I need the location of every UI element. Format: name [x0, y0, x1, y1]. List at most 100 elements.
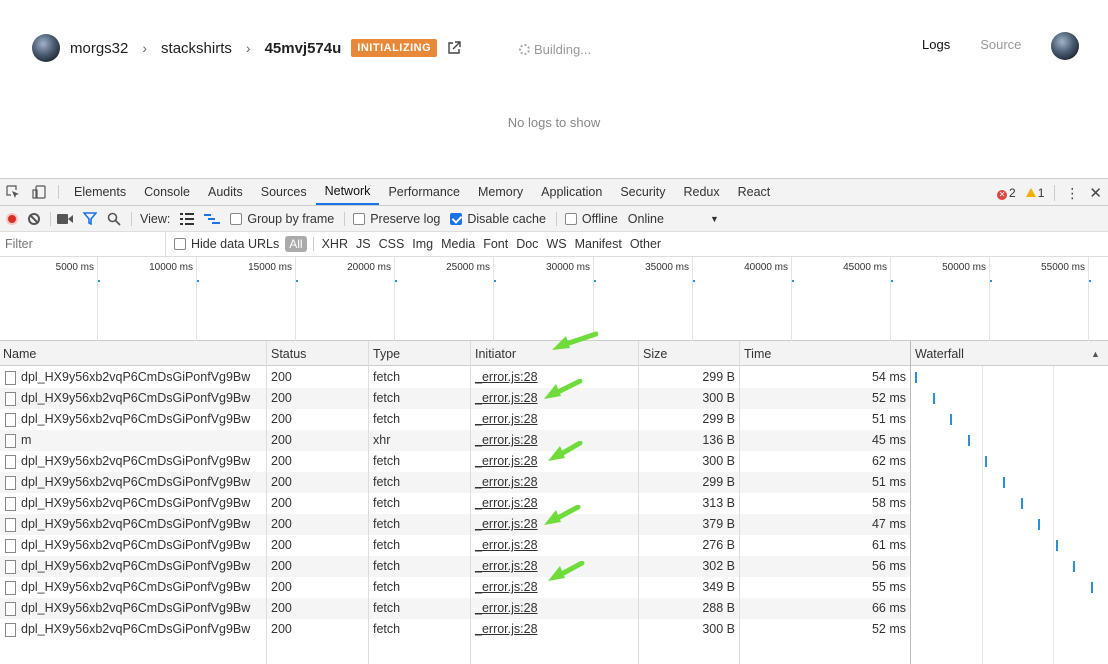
column-type[interactable]: Type: [373, 347, 400, 361]
sort-ascending-icon[interactable]: ▲: [1091, 349, 1100, 359]
request-initiator-link[interactable]: _error.js:28: [475, 475, 538, 489]
filter-type-doc[interactable]: Doc: [516, 237, 538, 251]
table-row[interactable]: m 200 xhr _error.js:28 136 B 45 ms: [0, 430, 911, 451]
filter-type-img[interactable]: Img: [412, 237, 433, 251]
tab-elements[interactable]: Elements: [65, 179, 135, 205]
more-options-icon[interactable]: ⋮: [1065, 186, 1079, 200]
external-link-icon[interactable]: [447, 41, 461, 55]
filter-type-other[interactable]: Other: [630, 237, 661, 251]
waterfall-bar[interactable]: [985, 456, 987, 467]
request-initiator-link[interactable]: _error.js:28: [475, 454, 538, 468]
tab-security[interactable]: Security: [611, 179, 674, 205]
tab-performance[interactable]: Performance: [379, 179, 469, 205]
column-divider[interactable]: [368, 341, 369, 664]
tab-network[interactable]: Network: [315, 179, 380, 205]
throttling-select[interactable]: Online ▼: [628, 212, 719, 226]
tab-audits[interactable]: Audits: [199, 179, 252, 205]
waterfall-bar[interactable]: [1073, 561, 1075, 572]
table-row[interactable]: dpl_HX9y56xb2vqP6CmDsGiPonfVg9Bw 200 fetch…: [0, 367, 911, 388]
tab-react[interactable]: React: [729, 179, 780, 205]
breadcrumb-deployment[interactable]: 45mvj574u: [265, 40, 342, 57]
table-row[interactable]: dpl_HX9y56xb2vqP6CmDsGiPonfVg9Bw 200 fetch…: [0, 388, 911, 409]
request-initiator-link[interactable]: _error.js:28: [475, 580, 538, 594]
disable-cache-checkbox[interactable]: Disable cache: [450, 212, 546, 226]
hide-data-urls-checkbox[interactable]: Hide data URLs: [174, 237, 279, 251]
table-row[interactable]: dpl_HX9y56xb2vqP6CmDsGiPonfVg9Bw 200 fetch…: [0, 451, 911, 472]
request-initiator-link[interactable]: _error.js:28: [475, 370, 538, 384]
table-row[interactable]: dpl_HX9y56xb2vqP6CmDsGiPonfVg9Bw 200 fetch…: [0, 535, 911, 556]
column-divider[interactable]: [739, 341, 740, 664]
request-initiator-link[interactable]: _error.js:28: [475, 559, 538, 573]
column-time[interactable]: Time: [744, 347, 771, 361]
request-initiator-link[interactable]: _error.js:28: [475, 433, 538, 447]
request-initiator-link[interactable]: _error.js:28: [475, 412, 538, 426]
screenshot-button[interactable]: [57, 213, 73, 225]
preserve-log-checkbox[interactable]: Preserve log: [353, 212, 440, 226]
tab-source[interactable]: Source: [980, 37, 1021, 52]
device-toolbar-icon[interactable]: [26, 179, 52, 205]
table-row[interactable]: dpl_HX9y56xb2vqP6CmDsGiPonfVg9Bw 200 fetch…: [0, 556, 911, 577]
filter-type-media[interactable]: Media: [441, 237, 475, 251]
column-size[interactable]: Size: [643, 347, 667, 361]
tab-redux[interactable]: Redux: [674, 179, 728, 205]
request-initiator-link[interactable]: _error.js:28: [475, 601, 538, 615]
table-row[interactable]: dpl_HX9y56xb2vqP6CmDsGiPonfVg9Bw 200 fetch…: [0, 598, 911, 619]
error-counter[interactable]: ✕ 2: [997, 186, 1016, 200]
table-row[interactable]: dpl_HX9y56xb2vqP6CmDsGiPonfVg9Bw 200 fetch…: [0, 577, 911, 598]
record-button[interactable]: [6, 212, 18, 225]
waterfall-bar[interactable]: [1038, 519, 1040, 530]
large-rows-button[interactable]: [180, 212, 195, 225]
tab-console[interactable]: Console: [135, 179, 199, 205]
filter-type-js[interactable]: JS: [356, 237, 371, 251]
filter-all-button[interactable]: All: [285, 236, 307, 252]
filter-toggle-button[interactable]: [83, 212, 97, 225]
group-by-frame-checkbox[interactable]: Group by frame: [230, 212, 334, 226]
waterfall-bar[interactable]: [968, 435, 970, 446]
request-initiator-link[interactable]: _error.js:28: [475, 622, 538, 636]
request-initiator-link[interactable]: _error.js:28: [475, 538, 538, 552]
request-initiator-link[interactable]: _error.js:28: [475, 496, 538, 510]
column-divider[interactable]: [470, 341, 471, 664]
breadcrumb-user[interactable]: morgs32: [70, 40, 128, 57]
column-divider[interactable]: [910, 341, 911, 664]
filter-input[interactable]: [0, 232, 166, 256]
waterfall-bar[interactable]: [1021, 498, 1023, 509]
filter-type-xhr[interactable]: XHR: [322, 237, 348, 251]
table-row[interactable]: dpl_HX9y56xb2vqP6CmDsGiPonfVg9Bw 200 fetch…: [0, 514, 911, 535]
table-row[interactable]: dpl_HX9y56xb2vqP6CmDsGiPonfVg9Bw 200 fetch…: [0, 472, 911, 493]
clear-button[interactable]: [28, 212, 40, 225]
filter-type-ws[interactable]: WS: [546, 237, 566, 251]
column-status[interactable]: Status: [271, 347, 306, 361]
inspect-element-icon[interactable]: [0, 179, 26, 205]
breadcrumb-project[interactable]: stackshirts: [161, 40, 232, 57]
user-avatar[interactable]: [1051, 32, 1079, 60]
column-initiator[interactable]: Initiator: [475, 347, 516, 361]
tab-logs[interactable]: Logs: [922, 37, 950, 52]
table-row[interactable]: dpl_HX9y56xb2vqP6CmDsGiPonfVg9Bw 200 fetch…: [0, 493, 911, 514]
overview-button[interactable]: [204, 213, 221, 225]
column-divider[interactable]: [638, 341, 639, 664]
request-initiator-link[interactable]: _error.js:28: [475, 517, 538, 531]
waterfall-bar[interactable]: [1091, 582, 1093, 593]
column-divider[interactable]: [266, 341, 267, 664]
table-row[interactable]: dpl_HX9y56xb2vqP6CmDsGiPonfVg9Bw 200 fetch…: [0, 619, 911, 640]
waterfall-bar[interactable]: [933, 393, 935, 404]
offline-checkbox[interactable]: Offline: [564, 212, 618, 226]
waterfall-bar[interactable]: [1003, 477, 1005, 488]
request-initiator-link[interactable]: _error.js:28: [475, 391, 538, 405]
tab-memory[interactable]: Memory: [469, 179, 532, 205]
column-name[interactable]: Name: [3, 347, 36, 361]
search-button[interactable]: [107, 212, 121, 226]
tab-application[interactable]: Application: [532, 179, 611, 205]
waterfall-bar[interactable]: [1056, 540, 1058, 551]
network-overview-timeline[interactable]: 5000 ms 10000 ms 15000 ms 20000 ms 25000 ms 3…: [0, 257, 1108, 341]
table-row[interactable]: dpl_HX9y56xb2vqP6CmDsGiPonfVg9Bw 200 fetch…: [0, 409, 911, 430]
column-waterfall[interactable]: Waterfall: [915, 347, 964, 361]
waterfall-bar[interactable]: [950, 414, 952, 425]
filter-type-css[interactable]: CSS: [379, 237, 405, 251]
waterfall-bar[interactable]: [915, 372, 917, 383]
filter-type-manifest[interactable]: Manifest: [575, 237, 622, 251]
tab-sources[interactable]: Sources: [252, 179, 316, 205]
filter-type-font[interactable]: Font: [483, 237, 508, 251]
warning-counter[interactable]: 1: [1025, 186, 1044, 200]
